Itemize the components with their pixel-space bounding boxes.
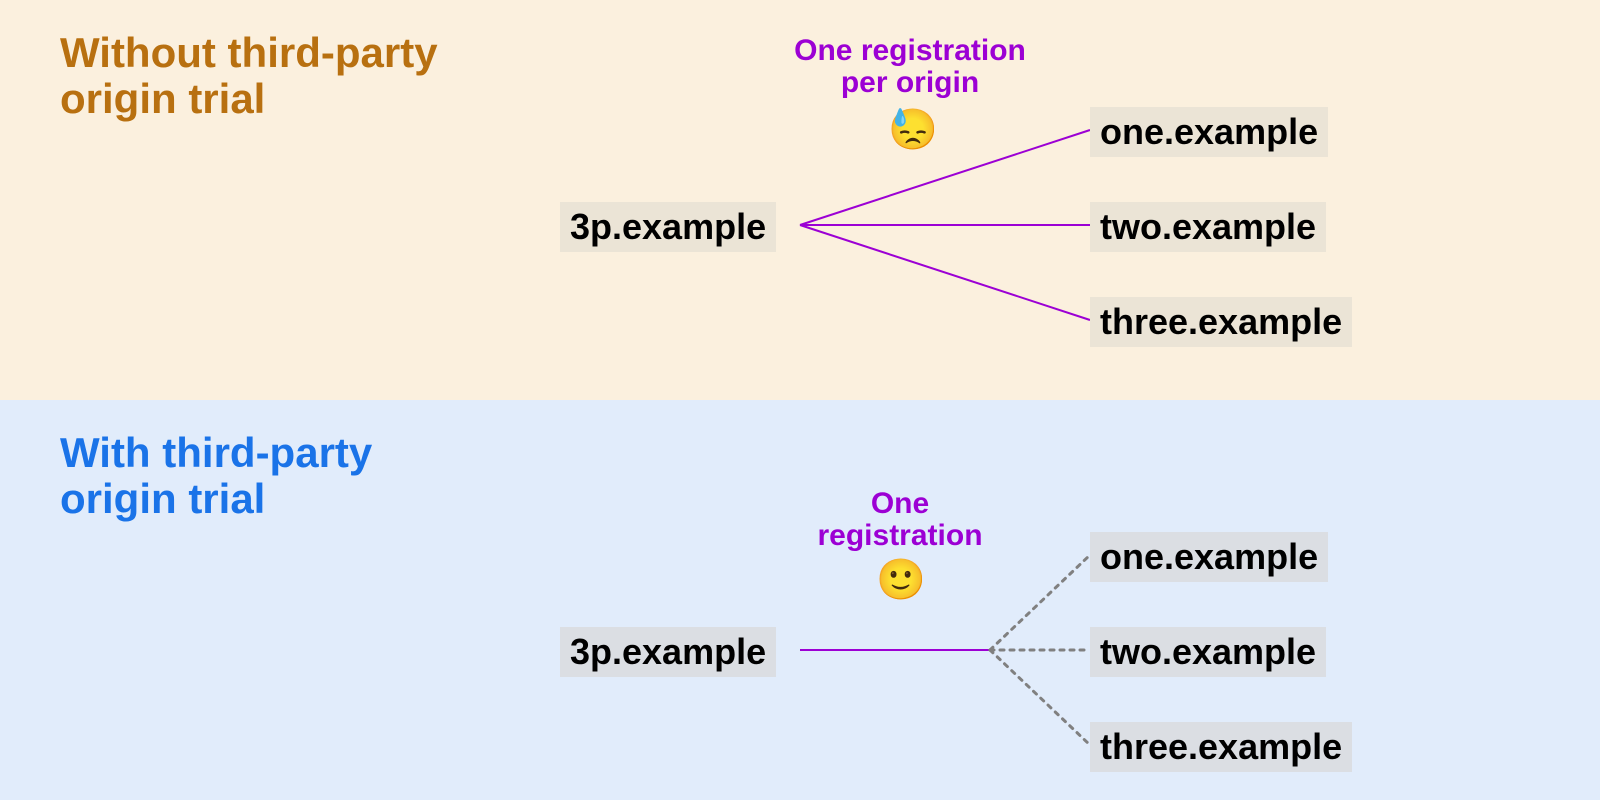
panel-title: With third-party origin trial	[60, 430, 372, 522]
panel-with-3p-origin-trial: With third-party origin trial 3p.example…	[0, 400, 1600, 800]
target-origin-1: one.example	[1090, 107, 1328, 157]
sad-sweat-icon: 😓	[888, 110, 938, 150]
smile-icon: 🙂	[876, 560, 926, 600]
target-origin-3: three.example	[1090, 722, 1352, 772]
panel-title: Without third-party origin trial	[60, 30, 438, 122]
target-origin-3: three.example	[1090, 297, 1352, 347]
target-origin-1: one.example	[1090, 532, 1328, 582]
source-origin: 3p.example	[560, 627, 776, 677]
target-origin-2: two.example	[1090, 202, 1326, 252]
source-origin: 3p.example	[560, 202, 776, 252]
panel-without-3p-origin-trial: Without third-party origin trial 3p.exam…	[0, 0, 1600, 400]
caption-label: One registration per origin	[760, 35, 1060, 98]
caption-label: One registration	[790, 488, 1010, 551]
target-origin-2: two.example	[1090, 627, 1326, 677]
